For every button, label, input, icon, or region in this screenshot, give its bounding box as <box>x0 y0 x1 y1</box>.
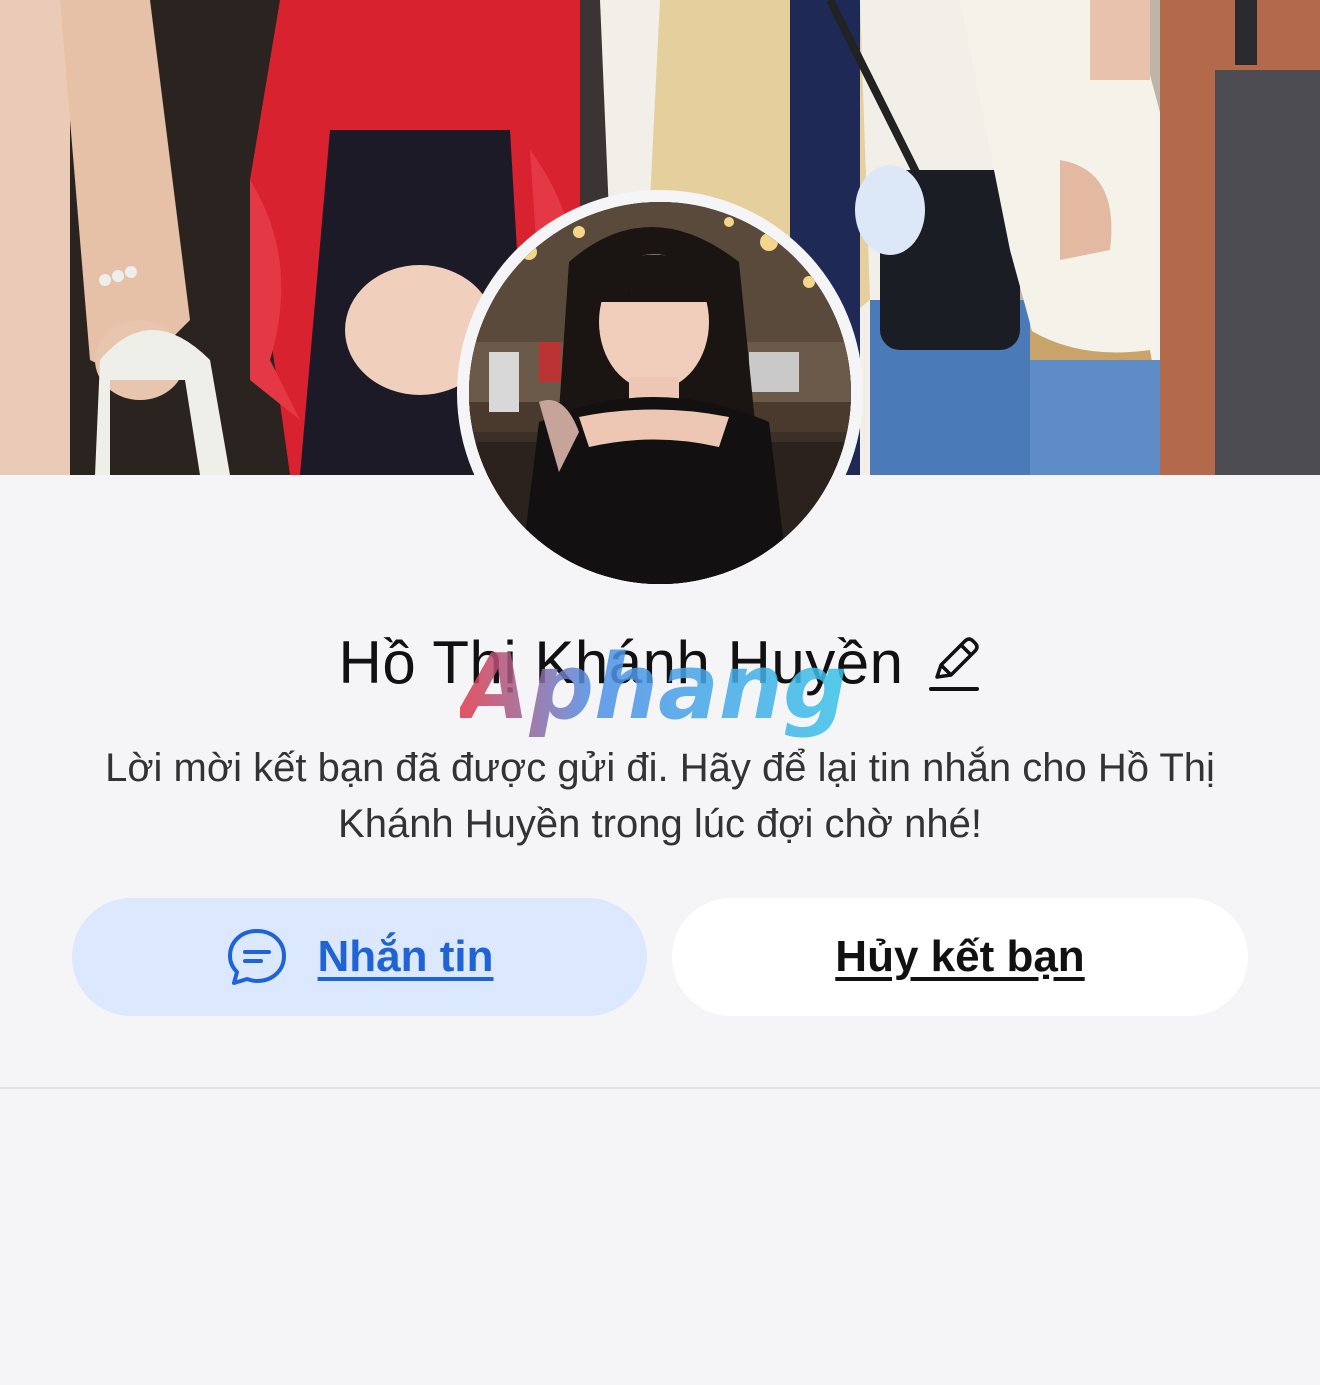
profile-avatar[interactable] <box>457 190 863 596</box>
pencil-icon[interactable] <box>927 631 981 693</box>
section-divider <box>0 1087 1320 1089</box>
message-button[interactable]: Nhắn tin <box>72 898 647 1016</box>
chat-bubble-icon <box>226 926 288 988</box>
profile-name: Hồ Thị Khánh Huyền <box>338 628 904 696</box>
message-button-label: Nhắn tin <box>317 932 494 981</box>
unfriend-button[interactable]: Hủy kết bạn <box>672 898 1248 1016</box>
profile-page: Hồ Thị Khánh Huyền Aphang Lời mời kết bạ <box>0 0 1320 1385</box>
avatar-photo <box>469 202 851 584</box>
friend-request-message: Lời mời kết bạn đã được gửi đi. Hãy để l… <box>105 746 1215 846</box>
profile-name-row: Hồ Thị Khánh Huyền <box>0 622 1320 702</box>
unfriend-button-label: Hủy kết bạn <box>835 932 1085 981</box>
